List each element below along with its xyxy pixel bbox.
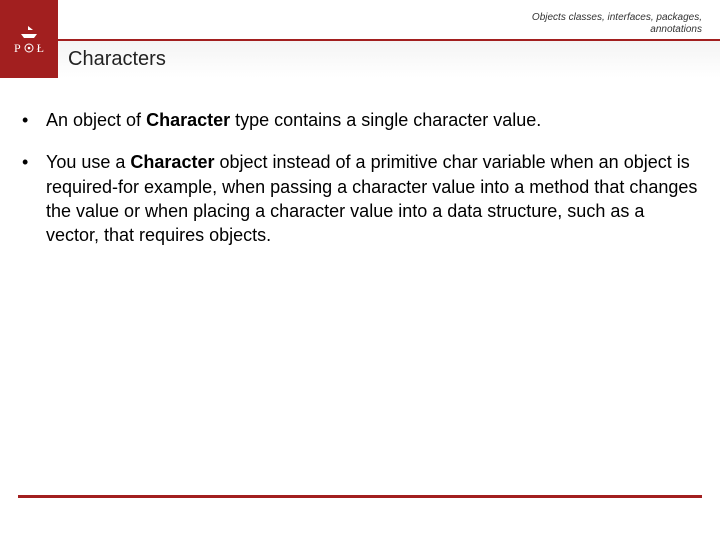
- text-bold: Character: [146, 110, 230, 130]
- slide-content: • An object of Character type contains a…: [0, 78, 720, 247]
- footer-divider: [18, 495, 702, 498]
- logo-letter-l: Ł: [37, 42, 44, 54]
- logo-letter-p: P: [14, 42, 21, 54]
- list-item: • You use a Character object instead of …: [22, 150, 700, 247]
- list-item: • An object of Character type contains a…: [22, 108, 700, 132]
- bullet-icon: •: [22, 150, 46, 174]
- text-bold: Character: [130, 152, 214, 172]
- gear-icon: [24, 43, 34, 53]
- title-bar: Characters: [58, 41, 720, 78]
- bullet-text: You use a Character object instead of a …: [46, 150, 700, 247]
- text-run: type contains a single character value.: [230, 110, 541, 130]
- breadcrumb: Objects classes, interfaces, packages, a…: [532, 12, 702, 36]
- boat-icon: [19, 24, 39, 38]
- bullet-text: An object of Character type contains a s…: [46, 108, 541, 132]
- university-logo: P Ł: [0, 0, 58, 78]
- logo-graphic: P Ł: [14, 24, 44, 54]
- breadcrumb-line: Objects classes, interfaces, packages,: [532, 12, 702, 24]
- breadcrumb-line: annotations: [532, 24, 702, 36]
- text-run: You use a: [46, 152, 130, 172]
- text-run: An object of: [46, 110, 146, 130]
- page-title: Characters: [68, 48, 166, 71]
- bullet-icon: •: [22, 108, 46, 132]
- slide-header: P Ł Objects classes, interfaces, package…: [0, 0, 720, 78]
- logo-letters: P Ł: [14, 42, 44, 54]
